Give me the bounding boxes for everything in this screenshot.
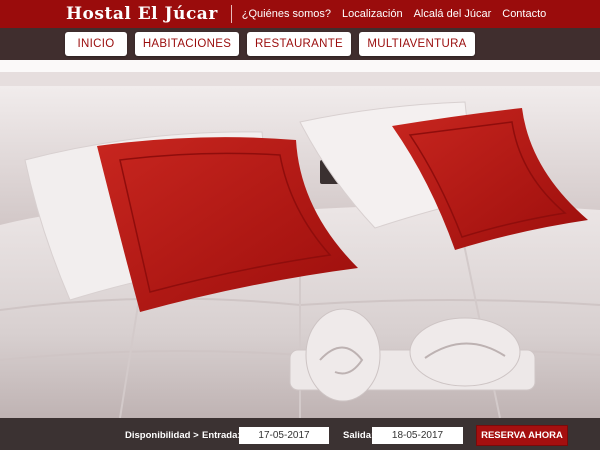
link-contacto[interactable]: Contacto xyxy=(502,8,546,20)
checkin-date-input[interactable] xyxy=(239,427,329,444)
nav-inicio-button[interactable]: INICIO xyxy=(65,32,127,56)
checkout-date-input[interactable] xyxy=(372,427,463,444)
site-logo[interactable]: Hostal El Júcar xyxy=(66,4,218,24)
nav-habitaciones-button[interactable]: HABITACIONES xyxy=(135,32,239,56)
nav-multiaventura-button[interactable]: MULTIAVENTURA xyxy=(359,32,475,56)
link-alcala-del-jucar[interactable]: Alcalá del Júcar xyxy=(414,8,492,20)
link-localizacion[interactable]: Localización xyxy=(342,8,403,20)
checkout-label: Salida: xyxy=(343,430,375,441)
top-bar: Hostal El Júcar ¿Quiénes somos? Localiza… xyxy=(0,0,600,28)
checkin-label: Entrada: xyxy=(202,430,241,441)
header-divider xyxy=(230,5,232,23)
availability-label: Disponibilidad > xyxy=(125,430,199,441)
booking-bar: Disponibilidad > Entrada: Salida: RESERV… xyxy=(0,418,600,450)
link-quienes-somos[interactable]: ¿Quiénes somos? xyxy=(242,8,331,20)
main-nav: INICIO HABITACIONES RESTAURANTE MULTIAVE… xyxy=(0,28,600,60)
bed-illustration xyxy=(0,60,600,418)
hero-image xyxy=(0,60,600,418)
reserve-now-button[interactable]: RESERVA AHORA xyxy=(476,425,568,446)
nav-restaurante-button[interactable]: RESTAURANTE xyxy=(247,32,351,56)
top-links: ¿Quiénes somos? Localización Alcalá del … xyxy=(242,8,547,20)
